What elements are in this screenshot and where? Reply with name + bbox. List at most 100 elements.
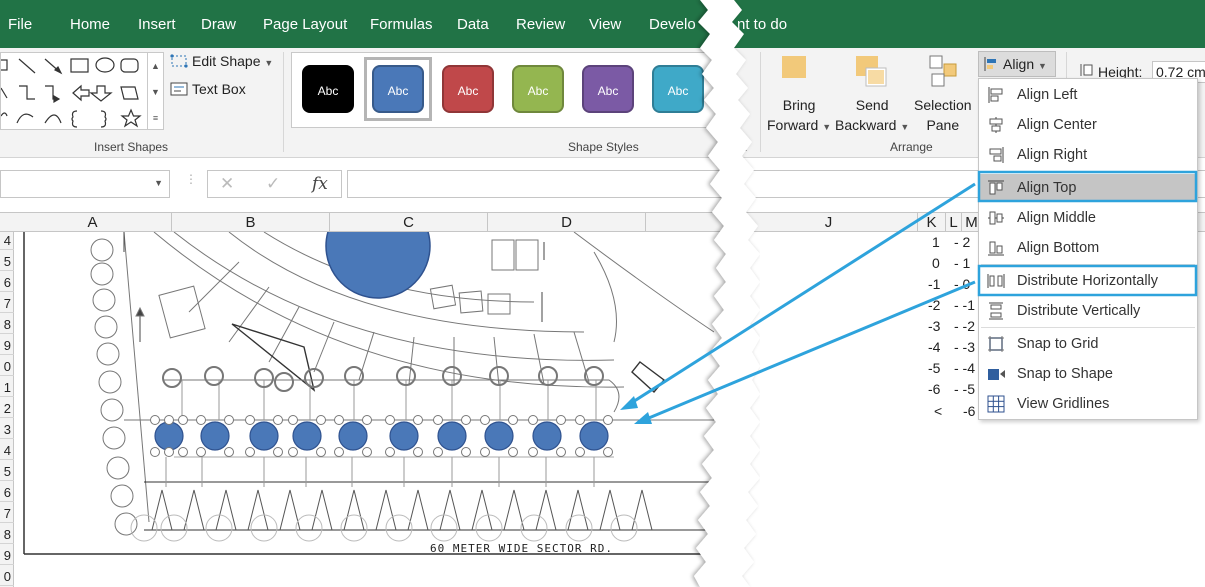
cell-value[interactable]: - 0 xyxy=(954,276,970,292)
shape-style-purple[interactable]: Abc xyxy=(582,65,634,113)
shape-styles-gallery[interactable]: Abc Abc Abc Abc Abc Abc xyxy=(291,52,731,128)
align-left-icon xyxy=(988,87,1003,103)
column-header-j[interactable]: J xyxy=(740,213,918,232)
column-header-a[interactable]: A xyxy=(14,213,172,232)
menu-item-label: Align Middle xyxy=(1017,210,1096,226)
text-box-label: Text Box xyxy=(192,81,246,97)
cell-value[interactable]: -3 xyxy=(928,318,940,334)
bring-forward-button[interactable]: Bring Forward ▼ xyxy=(767,95,831,137)
cell-value[interactable]: - -3 xyxy=(954,339,975,355)
cell-value[interactable]: < xyxy=(934,403,942,419)
align-right-icon xyxy=(989,147,1004,163)
large-circle-shape[interactable] xyxy=(325,232,431,299)
tab-draw[interactable]: Draw xyxy=(201,16,236,33)
tab-review[interactable]: Review xyxy=(516,16,565,33)
cell-value[interactable]: -6 xyxy=(963,403,975,419)
menu-item-view-gridlines[interactable]: View Gridlines xyxy=(979,390,1197,418)
cell-value[interactable]: - -1 xyxy=(954,297,975,313)
cell-value[interactable]: -2 xyxy=(928,297,940,313)
shape-style-green[interactable]: Abc xyxy=(512,65,564,113)
row-header[interactable]: 5 xyxy=(0,463,14,481)
selection-pane-button[interactable]: Selection Pane xyxy=(914,95,972,135)
tab-view[interactable]: View xyxy=(589,16,621,33)
column-header-c[interactable]: C xyxy=(330,213,488,232)
row-header[interactable]: 4 xyxy=(0,442,14,460)
name-box-dropdown-icon[interactable]: ▼ xyxy=(154,178,163,188)
bring-forward-icon xyxy=(782,56,806,78)
text-box-icon xyxy=(170,82,188,96)
menu-item-label: View Gridlines xyxy=(1017,396,1110,412)
row-header[interactable]: 8 xyxy=(0,316,14,334)
align-middle-icon xyxy=(988,211,1004,225)
menu-separator xyxy=(981,264,1195,265)
row-header[interactable]: 1 xyxy=(0,379,14,397)
shape-style-black[interactable]: Abc xyxy=(302,65,354,113)
row-header[interactable]: 5 xyxy=(0,253,14,271)
row-header[interactable]: 4 xyxy=(0,232,14,250)
shape-height-icon xyxy=(1080,64,1093,76)
tab-insert[interactable]: Insert xyxy=(138,16,176,33)
tab-home[interactable]: Home xyxy=(70,16,110,33)
group-separator xyxy=(1066,52,1067,78)
cell-value[interactable]: - 1 xyxy=(954,255,970,271)
column-header-k[interactable]: K xyxy=(918,213,946,232)
text-box-button[interactable]: Text Box xyxy=(170,81,246,97)
shapes-gallery-scroll[interactable]: ▲ ▼ ≡ xyxy=(148,52,164,130)
cancel-icon[interactable]: ✕ xyxy=(220,174,234,194)
tab-page-layout[interactable]: Page Layout xyxy=(263,16,347,33)
menu-item-distribute-vertically[interactable]: Distribute Vertically xyxy=(979,297,1197,325)
selected-circle-shapes[interactable] xyxy=(150,415,613,457)
insert-shapes-gallery[interactable] xyxy=(0,52,148,130)
row-header[interactable]: 0 xyxy=(0,358,14,376)
edit-shape-button[interactable]: Edit Shape ▼ xyxy=(170,53,273,69)
send-backward-button[interactable]: Send Backward ▼ xyxy=(835,95,909,137)
cell-value[interactable]: -6 xyxy=(928,381,940,397)
cell-value[interactable]: - -4 xyxy=(954,360,975,376)
menu-item-align-left[interactable]: Align Left xyxy=(979,81,1197,109)
insert-function-icon[interactable]: fx xyxy=(312,174,328,194)
cell-value[interactable]: -5 xyxy=(928,360,940,376)
enter-icon[interactable]: ✓ xyxy=(266,174,280,194)
cell-value[interactable]: -4 xyxy=(928,339,940,355)
shape-style-red[interactable]: Abc xyxy=(442,65,494,113)
column-header-l[interactable]: L xyxy=(946,213,962,232)
row-header[interactable]: 3 xyxy=(0,421,14,439)
tab-data[interactable]: Data xyxy=(457,16,489,33)
row-header[interactable]: 9 xyxy=(0,547,14,565)
tab-file[interactable]: File xyxy=(8,16,32,33)
row-header[interactable]: 7 xyxy=(0,505,14,523)
cell-value[interactable]: - 2 xyxy=(954,234,970,250)
row-header[interactable]: 0 xyxy=(0,568,14,586)
row-header[interactable]: 6 xyxy=(0,484,14,502)
menu-item-align-bottom[interactable]: Align Bottom xyxy=(979,234,1197,262)
align-center-icon xyxy=(989,117,1003,133)
send-backward-label-2: Backward xyxy=(835,117,897,133)
row-header[interactable]: 6 xyxy=(0,274,14,292)
column-header-b[interactable]: B xyxy=(172,213,330,232)
cell-value[interactable]: -1 xyxy=(928,276,940,292)
menu-item-label: Distribute Horizontally xyxy=(1017,273,1159,289)
column-header-d[interactable]: D xyxy=(488,213,646,232)
menu-item-align-center[interactable]: Align Center xyxy=(979,111,1197,139)
gallery-more-icon[interactable]: ≡ xyxy=(148,105,163,131)
row-header[interactable]: 9 xyxy=(0,337,14,355)
menu-item-snap-to-shape[interactable]: Snap to Shape xyxy=(979,360,1197,388)
row-header[interactable]: 7 xyxy=(0,295,14,313)
menu-item-distribute-horizontally[interactable]: Distribute Horizontally xyxy=(979,267,1197,295)
name-box[interactable]: ▼ xyxy=(0,170,170,198)
menu-item-snap-to-grid[interactable]: Snap to Grid xyxy=(979,330,1197,358)
cell-value[interactable]: 0 xyxy=(932,255,940,271)
scroll-down-icon[interactable]: ▼ xyxy=(148,79,163,105)
cell-value[interactable]: 1 xyxy=(932,234,940,250)
menu-item-align-middle[interactable]: Align Middle xyxy=(979,204,1197,232)
cell-value[interactable]: - -5 xyxy=(954,381,975,397)
scroll-up-icon[interactable]: ▲ xyxy=(148,53,163,79)
row-header[interactable]: 8 xyxy=(0,526,14,544)
cell-value[interactable]: - -2 xyxy=(954,318,975,334)
tab-formulas[interactable]: Formulas xyxy=(370,16,433,33)
row-header[interactable]: 2 xyxy=(0,400,14,418)
shape-style-blue[interactable]: Abc xyxy=(372,65,424,113)
align-button[interactable]: Align ▼ xyxy=(978,51,1056,77)
menu-item-align-right[interactable]: Align Right xyxy=(979,141,1197,169)
menu-item-align-top[interactable]: Align Top xyxy=(979,174,1197,202)
